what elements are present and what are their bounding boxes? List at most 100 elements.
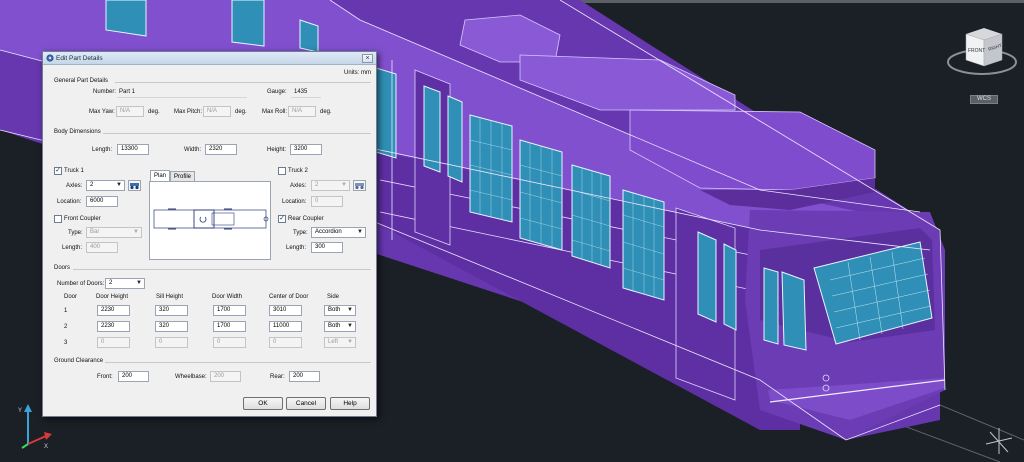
front-length-field[interactable]: 400 [86,242,118,253]
location1-label: Location: [57,199,82,205]
rear-length-field[interactable]: 300 [311,242,343,253]
door-3-center-field[interactable]: 0 [269,337,302,348]
ucs-x-label: X [44,444,48,450]
chevron-down-icon: ▼ [347,307,353,313]
door-row-3-id: 3 [64,340,68,346]
ok-button[interactable]: OK [243,397,283,410]
location2-label: Location: [282,199,307,205]
truck2-label: Truck 2 [288,168,308,174]
location2-field[interactable]: 0 [311,196,343,207]
rear-coupler-checkbox[interactable]: ✓ [278,215,286,223]
truck2-checkbox[interactable] [278,167,286,175]
col-door-height: Door Height [96,294,129,300]
door-2-sill-field[interactable]: 320 [155,321,188,332]
plan-diagram [153,208,269,230]
door-1-side-value: Both [328,307,341,313]
max-roll-label: Max Roll: [262,109,288,115]
length-field[interactable]: 13300 [117,144,149,155]
door-1-width-field[interactable]: 1700 [213,305,246,316]
num-doors-label: Number of Doors: [57,281,105,287]
wheelbase-field[interactable]: 200 [210,371,241,382]
door-3-side-value: Left [328,339,339,345]
chevron-down-icon: ▼ [347,339,353,345]
axles1-select[interactable]: 2 ▼ [86,180,125,191]
rear-clearance-label: Rear: [270,374,285,380]
number-label: Number: [93,89,117,95]
viewcube-front-label: FRONT [968,48,985,54]
width-field[interactable]: 2320 [205,144,237,155]
axles2-value: 2 [315,182,319,188]
door-1-sill-field[interactable]: 320 [155,305,188,316]
front-length-label: Length: [62,245,83,251]
door-2-center-field[interactable]: 11000 [269,321,302,332]
front-clearance-field[interactable]: 200 [118,371,149,382]
chevron-down-icon: ▼ [133,229,139,235]
col-door-width: Door Width [212,294,243,300]
height-field[interactable]: 3200 [290,144,322,155]
nav-gizmo-icon [982,424,1016,458]
max-pitch-deg: deg. [235,109,247,115]
door-row-1-id: 1 [64,308,68,314]
rear-coupler-label: Rear Coupler [288,216,324,222]
rear-clearance-field[interactable]: 200 [289,371,320,382]
door-1-center-field[interactable]: 3010 [269,305,302,316]
cancel-button[interactable]: Cancel [286,397,326,410]
truck-axle-icon [130,183,139,190]
viewcube-icon: FRONT RIGHT [947,28,1017,75]
dialog-title: Edit Part Details [56,55,103,62]
viewcube[interactable]: FRONT RIGHT [944,22,1020,82]
door-3-width-field[interactable]: 0 [213,337,246,348]
truck2-axle-button[interactable] [353,180,366,191]
door-3-height-field[interactable]: 0 [97,337,130,348]
col-center-of-door: Center of Door [269,294,309,300]
rear-length-label: Length: [286,245,307,251]
door-2-side-select[interactable]: Both ▼ [324,321,356,332]
wcs-menu[interactable]: WCS [970,95,998,104]
chevron-down-icon: ▼ [341,182,347,188]
max-yaw-field[interactable]: N/A [116,106,144,117]
chevron-down-icon: ▼ [116,182,122,188]
axles2-select[interactable]: 2 ▼ [311,180,350,191]
max-pitch-field[interactable]: N/A [203,106,231,117]
door-3-side-select[interactable]: Left ▼ [324,337,356,348]
app-icon [46,54,54,62]
max-pitch-label: Max Pitch: [174,109,203,115]
col-door: Door [64,294,78,300]
front-type-label: Type: [68,230,83,236]
num-doors-select[interactable]: 2 ▼ [105,278,145,289]
door-2-width-field[interactable]: 1700 [213,321,246,332]
edit-part-details-dialog: Edit Part Details × Units: mm General Pa… [42,51,377,417]
height-label: Height: [267,147,287,153]
max-roll-field[interactable]: N/A [288,106,316,117]
door-1-height-field[interactable]: 2230 [97,305,130,316]
close-button[interactable]: × [362,54,373,63]
door-1-side-select[interactable]: Both ▼ [324,305,356,316]
front-type-value: Bar [90,229,100,235]
max-yaw-label: Max Yaw: [89,109,115,115]
truck1-axle-button[interactable] [128,180,141,191]
door-row-2-id: 2 [64,324,68,330]
col-side: Side [327,294,340,300]
truck1-checkbox[interactable]: ✓ [54,167,62,175]
width-label: Width: [184,147,202,153]
chevron-down-icon: ▼ [347,323,353,329]
front-coupler-checkbox[interactable] [54,215,62,223]
plan-preview [149,181,271,260]
location1-field[interactable]: 6000 [86,196,118,207]
help-button[interactable]: Help [330,397,370,410]
doors-heading: Doors [54,265,71,271]
front-type-select[interactable]: Bar ▼ [86,227,142,238]
gauge-value: 1435 [294,89,308,95]
rear-type-value: Accordion [315,229,342,235]
ucs-y-label: Y [18,408,22,414]
number-value: Part 1 [119,89,136,95]
chevron-down-icon: ▼ [136,280,142,286]
front-clearance-label: Front: [97,374,113,380]
door-2-height-field[interactable]: 2230 [97,321,130,332]
dialog-titlebar[interactable]: Edit Part Details × [43,52,376,65]
rear-type-select[interactable]: Accordion ▼ [311,227,366,238]
units-label: Units: mm [344,70,371,76]
door-3-sill-field[interactable]: 0 [155,337,188,348]
max-yaw-deg: deg. [148,109,160,115]
door-2-side-value: Both [328,323,341,329]
